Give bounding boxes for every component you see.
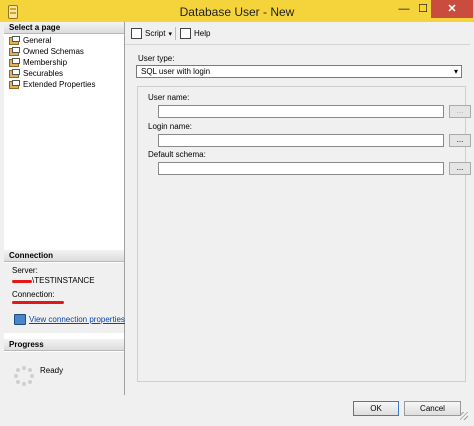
login-name-browse-button[interactable]: ... [449,134,471,147]
help-button[interactable]: Help [180,27,210,41]
title-bar[interactable]: Database User - New — ☐ ✕ [0,0,474,22]
page-item-label: Extended Properties [23,80,96,89]
cancel-button[interactable]: Cancel [404,401,461,416]
default-schema-label: Default schema: [148,150,206,159]
help-label: Help [194,29,211,38]
page-item-label: Owned Schemas [23,47,84,56]
page-item-label: General [23,36,52,45]
progress-section: Ready [4,352,124,395]
default-schema-browse-button[interactable]: ... [449,162,471,175]
progress-spinner-icon [14,366,34,386]
script-label: Script [145,29,166,38]
ok-button[interactable]: OK [353,401,399,416]
user-type-select[interactable]: SQL user with login ▾ [136,65,462,78]
resize-grip[interactable] [460,412,468,420]
page-icon [9,80,20,89]
page-item-membership[interactable]: Membership [4,57,124,68]
connection-section: Server: \TESTINSTANCE Connection: View c… [4,263,125,333]
close-button[interactable]: ✕ [431,0,473,18]
select-page-header: Select a page [4,22,124,34]
minimize-button[interactable]: — [395,0,413,18]
page-icon [9,69,20,78]
redacted-server-name [12,280,32,283]
page-icon [9,36,20,45]
script-icon [131,28,142,40]
user-details-group: User name: ... Login name: ... Default s… [137,86,471,382]
chevron-down-icon[interactable]: ▾ [168,28,172,42]
page-item-owned-schemas[interactable]: Owned Schemas [4,46,124,57]
login-name-label: Login name: [148,122,193,131]
page-item-label: Membership [23,58,68,67]
connection-label: Connection: [12,290,55,299]
page-item-extended-properties[interactable]: Extended Properties [4,79,124,90]
view-connection-properties-link[interactable]: View connection properties [29,315,125,324]
page-item-label: Securables [23,69,64,78]
dialog-footer: OK Cancel [4,395,470,422]
redacted-connection-name [12,301,64,304]
login-name-input[interactable] [158,134,444,147]
help-icon [180,28,191,40]
page-selector-pane: Select a page General Owned Schemas Memb… [4,22,125,395]
progress-status: Ready [40,366,64,375]
page-list: General Owned Schemas Membership Securab… [4,35,124,90]
chevron-down-icon: ▾ [453,67,458,76]
server-label: Server: [12,266,38,275]
default-schema-input[interactable] [158,162,444,175]
connection-header: Connection [4,250,124,262]
toolbar: Script ▾ Help [125,22,470,45]
progress-header: Progress [4,339,124,351]
script-button[interactable]: Script ▾ [131,27,172,41]
server-value: \TESTINSTANCE [32,276,95,285]
page-icon [9,47,20,56]
maximize-button[interactable]: ☐ [414,0,432,18]
user-name-label: User name: [148,93,190,102]
database-user-window: Database User - New — ☐ ✕ Select a page … [0,0,474,426]
user-name-browse-button: ... [449,105,471,118]
general-page: Script ▾ Help User type: SQL user with lo… [125,22,471,395]
user-name-input[interactable] [158,105,444,118]
user-type-value: SQL user with login [141,67,211,76]
page-icon [9,58,20,67]
page-item-securables[interactable]: Securables [4,68,124,79]
dialog-client: Select a page General Owned Schemas Memb… [4,22,471,422]
user-type-label: User type: [138,54,175,63]
connection-properties-icon [14,314,26,325]
page-item-general[interactable]: General [4,35,124,46]
toolbar-separator [175,27,176,40]
